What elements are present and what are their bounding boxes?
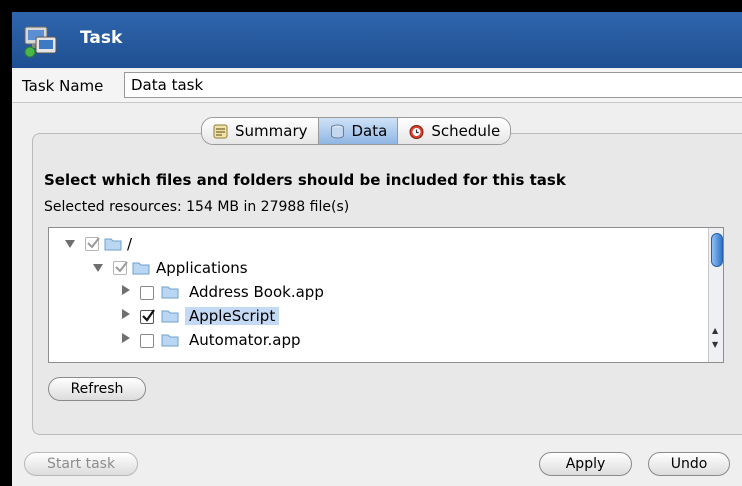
task-name-input[interactable]: [124, 72, 742, 98]
undo-button[interactable]: Undo: [648, 452, 730, 476]
disclosure-collapsed-icon[interactable]: [121, 333, 131, 343]
file-tree[interactable]: / Applications Address Book.app AppleScr…: [48, 227, 724, 363]
tree-row-root[interactable]: /: [49, 233, 699, 257]
disclosure-expanded-icon[interactable]: [65, 239, 75, 249]
tab-data[interactable]: Data: [318, 118, 399, 144]
selected-resources-summary: Selected resources: 154 MB in 27988 file…: [44, 199, 350, 215]
title-bar: Task: [12, 12, 742, 68]
data-icon: [330, 124, 344, 139]
refresh-button[interactable]: Refresh: [48, 377, 146, 401]
task-app-icon: [24, 26, 57, 58]
tab-bar: Summary Data Schedule: [201, 117, 512, 145]
tab-schedule[interactable]: Schedule: [398, 118, 511, 144]
apply-button[interactable]: Apply: [539, 452, 632, 476]
folder-icon: [161, 334, 179, 347]
tab-schedule-label: Schedule: [431, 122, 501, 140]
folder-icon: [161, 286, 179, 299]
scroll-down-arrow-icon[interactable]: ▼: [712, 340, 718, 349]
tree-row-applications[interactable]: Applications: [49, 257, 699, 281]
folder-icon: [104, 238, 122, 251]
task-name-label: Task Name: [22, 77, 104, 95]
tree-row-label: /: [127, 235, 133, 253]
scroll-thumb[interactable]: [711, 233, 723, 267]
tree-row-label: Address Book.app: [189, 283, 324, 301]
tree-row-label-selected: AppleScript: [185, 307, 280, 325]
folder-icon: [161, 310, 179, 323]
folder-icon: [132, 262, 150, 275]
address-book-checkbox[interactable]: [140, 286, 154, 300]
disclosure-collapsed-icon[interactable]: [121, 309, 131, 319]
tab-summary-label: Summary: [235, 122, 308, 140]
tree-row-label: Automator.app: [189, 331, 301, 349]
summary-icon: [213, 124, 228, 138]
tab-data-label: Data: [351, 122, 388, 140]
tree-row-automator[interactable]: Automator.app: [49, 329, 699, 353]
tree-row-address-book[interactable]: Address Book.app: [49, 281, 699, 305]
data-heading: Select which files and folders should be…: [44, 171, 566, 189]
applescript-checkbox[interactable]: [140, 309, 155, 324]
window-title: Task: [80, 28, 123, 48]
root-checkbox[interactable]: [85, 237, 100, 251]
scroll-up-arrow-icon[interactable]: ▲: [712, 326, 718, 335]
disclosure-expanded-icon[interactable]: [93, 263, 103, 273]
tree-row-applescript[interactable]: AppleScript: [49, 305, 699, 329]
tree-row-label: Applications: [156, 259, 248, 277]
tree-scrollbar[interactable]: ▲ ▼: [708, 228, 723, 362]
automator-checkbox[interactable]: [140, 334, 154, 348]
tab-summary[interactable]: Summary: [202, 118, 319, 144]
applications-checkbox[interactable]: [113, 261, 128, 275]
disclosure-collapsed-icon[interactable]: [121, 285, 131, 295]
task-window: Task Task Name Summary Data: [12, 12, 742, 486]
start-task-button[interactable]: Start task: [24, 452, 138, 476]
schedule-icon: [409, 124, 424, 139]
task-name-row: Task Name: [12, 70, 742, 103]
